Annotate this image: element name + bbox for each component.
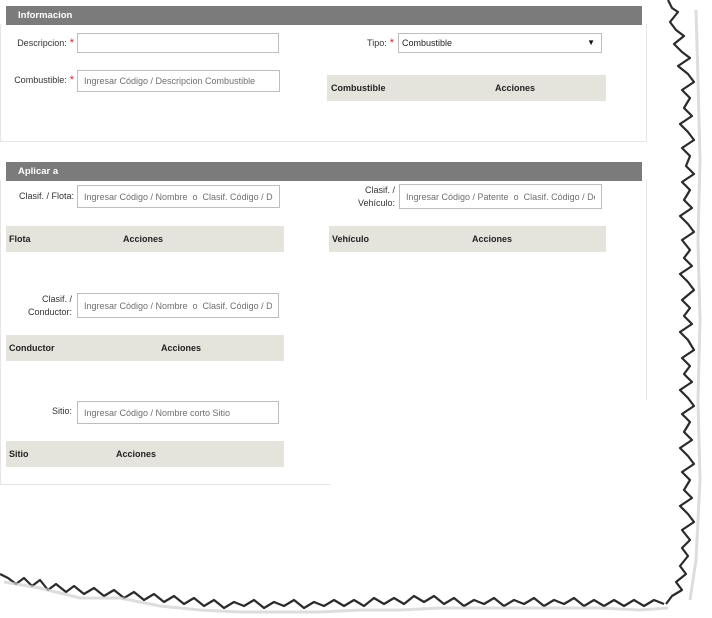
aplicar-title: Aplicar a <box>18 166 59 177</box>
flota-grid-header: Flota Acciones <box>6 226 284 252</box>
conductor-label: Clasif. / Conductor: <box>27 294 72 317</box>
cancel-link[interactable]: Cancelar <box>373 528 411 539</box>
vehiculo-grid-header: Vehículo Acciones <box>329 226 606 252</box>
grid-col-acciones: Acciones <box>123 234 164 244</box>
aplicar-header: Aplicar a <box>6 162 642 181</box>
sitio-grid-header: Sitio Acciones <box>6 441 284 467</box>
required-mark: * <box>69 37 74 49</box>
informacion-header: Informacion <box>6 6 642 25</box>
tipo-select[interactable]: Combustible ▼ <box>398 33 602 53</box>
grid-col-acciones: Acciones <box>472 234 513 244</box>
combustible-grid-header: Combustible Acciones <box>327 75 606 101</box>
conductor-grid-header: Conductor Acciones <box>6 335 284 361</box>
grid-col-combustible: Combustible <box>331 83 386 93</box>
tipo-label: Tipo: * <box>367 37 394 49</box>
informacion-title: Informacion <box>18 10 73 21</box>
required-mark: * <box>69 74 74 86</box>
grid-col-sitio: Sitio <box>9 449 29 459</box>
flota-search-input[interactable] <box>77 185 280 208</box>
descripcion-label: Descripcion: * <box>17 37 74 49</box>
vehiculo-search-input[interactable] <box>399 184 602 209</box>
form-page: Informacion Descripcion: * Tipo: * Combust… <box>0 0 712 618</box>
grid-col-acciones: Acciones <box>116 449 157 459</box>
grid-col-acciones: Acciones <box>495 83 536 93</box>
combustible-label: Combustible: * <box>14 74 74 86</box>
flota-label: Clasif. / Flota: <box>18 191 74 201</box>
conductor-search-input[interactable] <box>77 293 279 318</box>
required-mark: * <box>389 37 394 49</box>
save-button[interactable]: Guardar <box>256 524 359 547</box>
sitio-search-input[interactable] <box>77 401 279 424</box>
sitio-label: Sitio: <box>51 406 72 416</box>
grid-col-vehiculo: Vehículo <box>332 234 370 244</box>
tipo-selected-value: Combustible <box>402 38 453 48</box>
combustible-search-input[interactable] <box>77 70 280 92</box>
grid-col-acciones: Acciones <box>161 343 202 353</box>
grid-col-conductor: Conductor <box>9 343 55 353</box>
dropdown-arrow-icon: ▼ <box>587 38 595 47</box>
vehiculo-label: Clasif. / Vehículo: <box>357 185 395 208</box>
descripcion-input[interactable] <box>77 33 279 53</box>
grid-col-flota: Flota <box>9 234 31 244</box>
